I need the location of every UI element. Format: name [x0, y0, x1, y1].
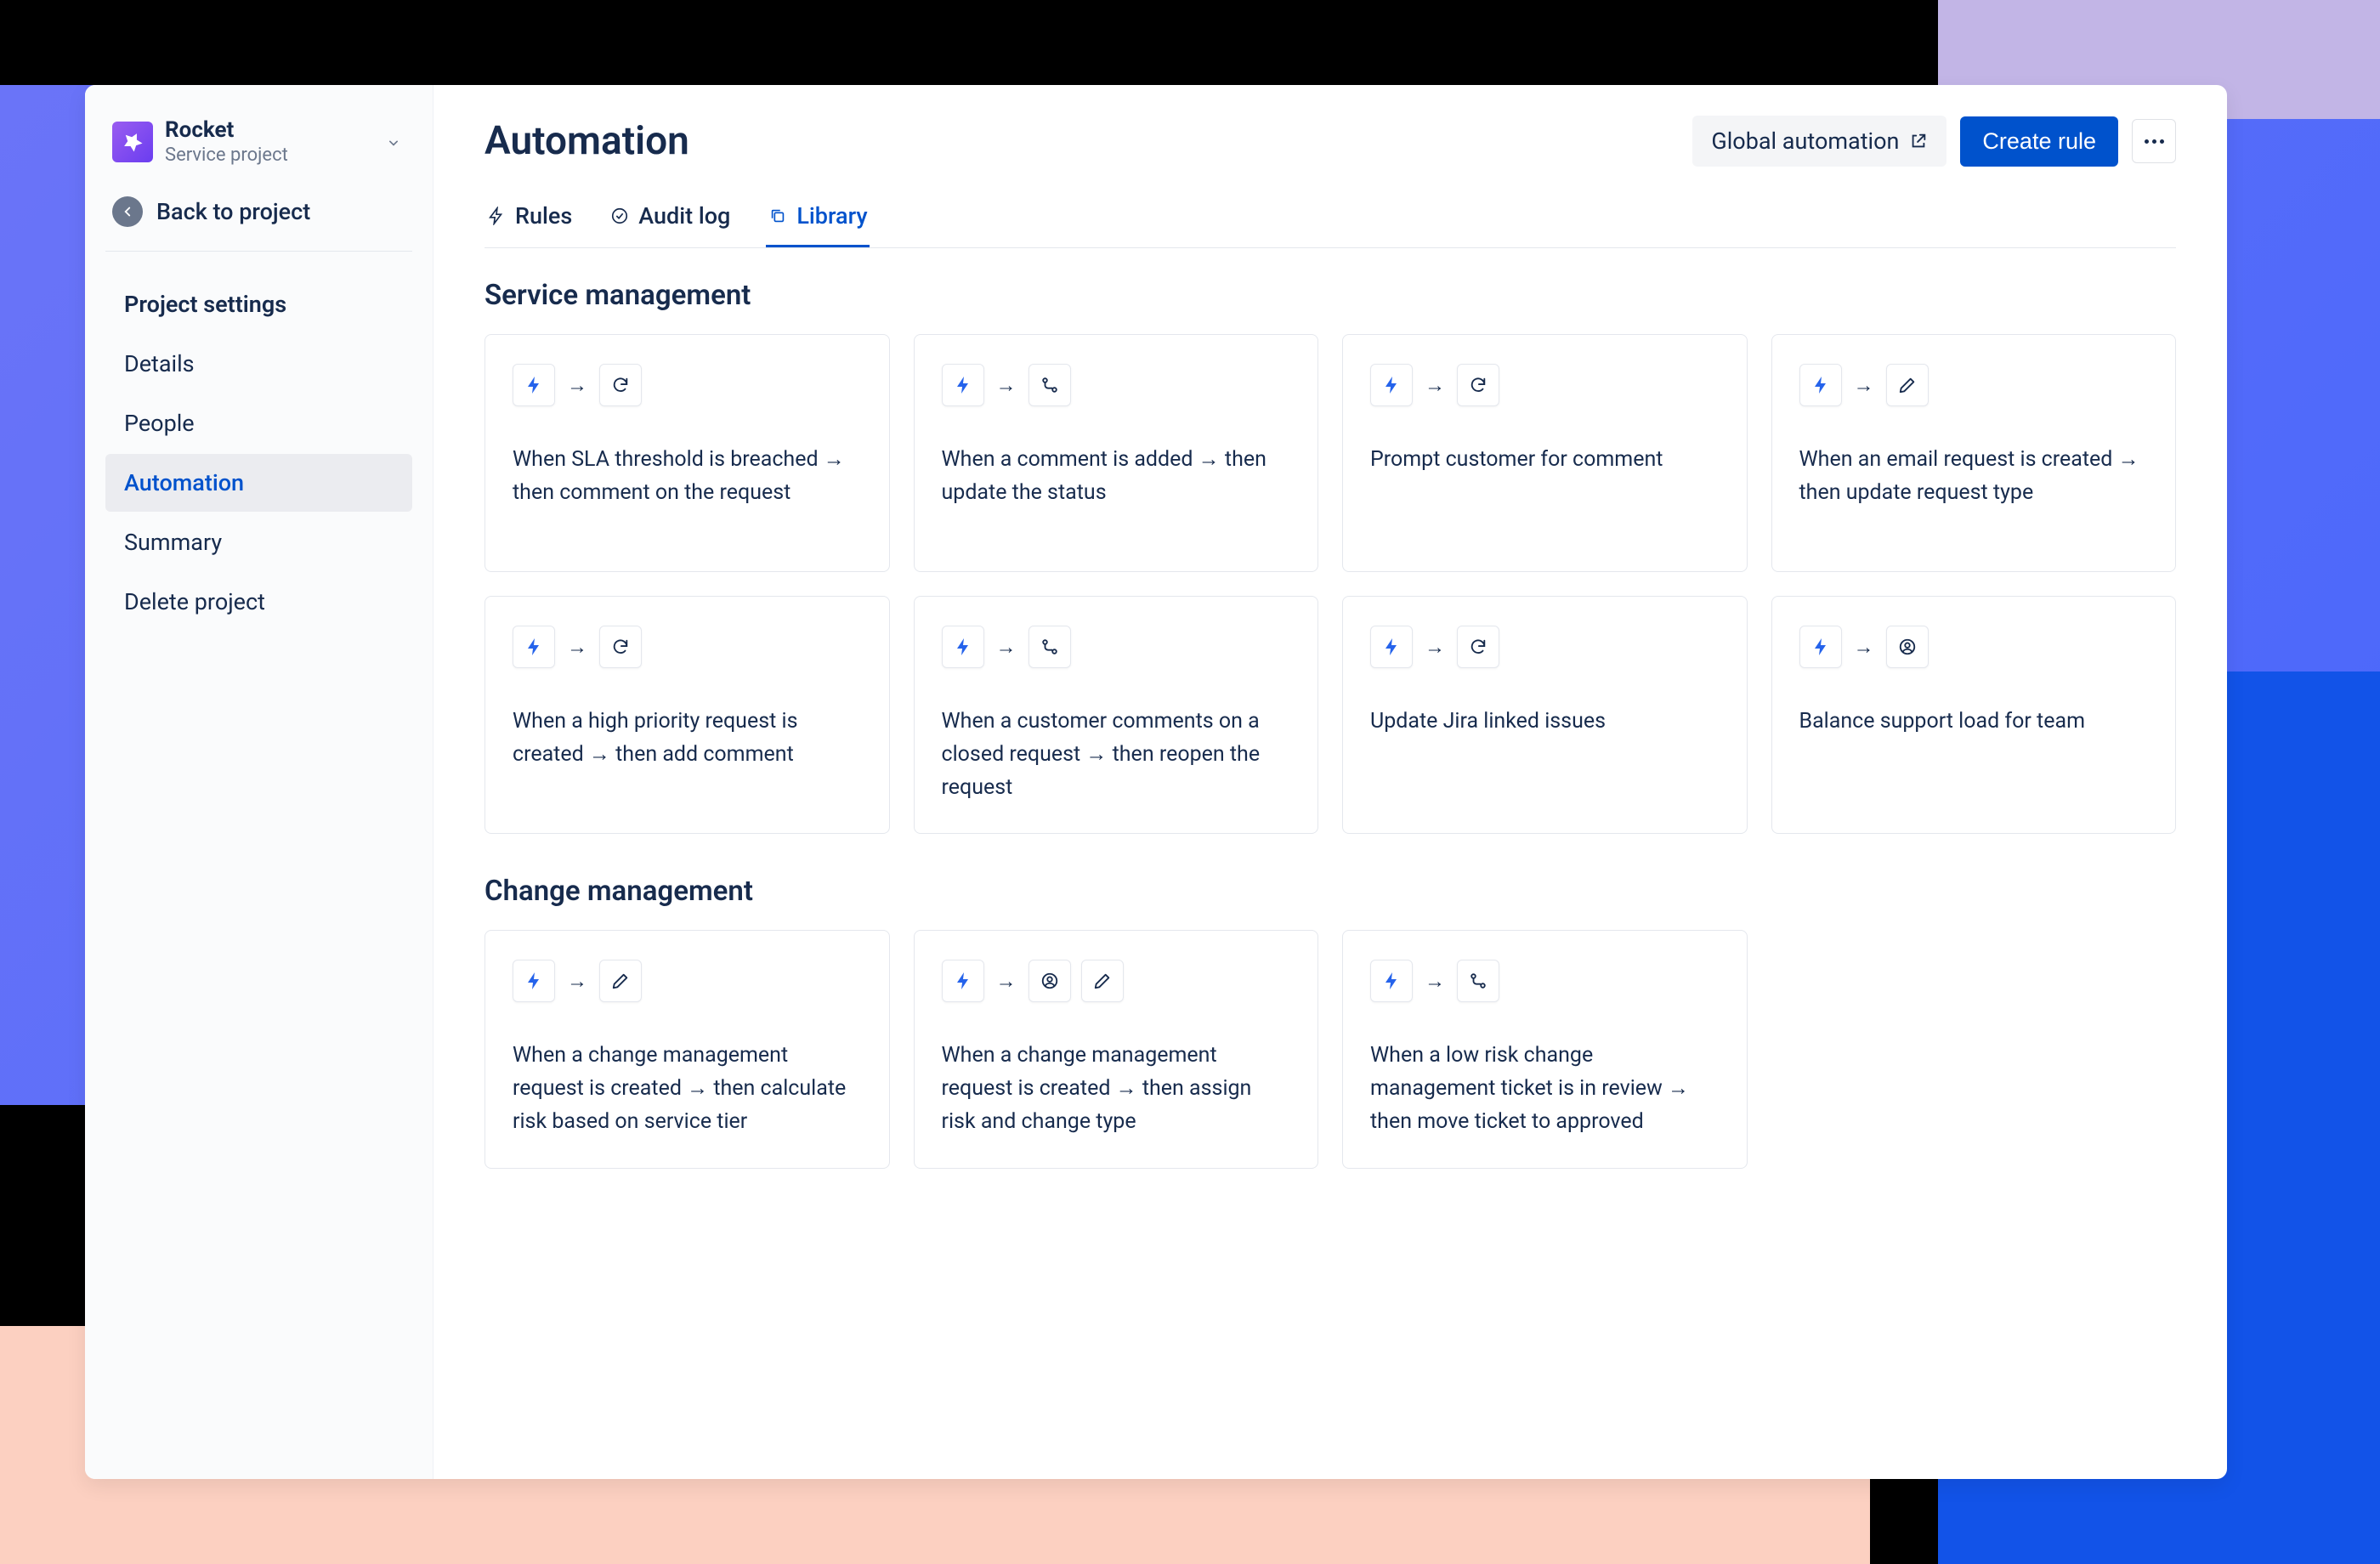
action-branch-icon [1028, 626, 1071, 668]
action-refresh-icon [1457, 626, 1499, 668]
action-refresh-icon [1457, 364, 1499, 406]
main-content: Automation Global automation Create rule [434, 85, 2227, 1479]
trigger-lightning-icon [942, 960, 984, 1002]
more-icon [2145, 139, 2164, 144]
arrow-icon: → [567, 373, 587, 398]
lightning-icon [486, 206, 507, 226]
more-actions-button[interactable] [2132, 119, 2176, 163]
action-person-icon [1028, 960, 1071, 1002]
rule-description: When a high priority request is created … [513, 706, 862, 772]
arrow-icon: → [996, 373, 1017, 398]
nav-people[interactable]: People [105, 394, 412, 452]
arrow-icon: → [567, 635, 587, 660]
section-title-service: Service management [484, 279, 2176, 312]
nav-delete-project[interactable]: Delete project [105, 573, 412, 631]
project-type: Service project [165, 144, 288, 166]
trigger-lightning-icon [942, 364, 984, 406]
app-window: Rocket Service project Back to project P… [85, 85, 2227, 1479]
trigger-lightning-icon [1799, 626, 1842, 668]
rule-card[interactable]: → When a customer comments on a closed r… [914, 596, 1319, 834]
trigger-lightning-icon [1799, 364, 1842, 406]
trigger-lightning-icon [513, 364, 555, 406]
nav-automation[interactable]: Automation [105, 454, 412, 512]
trigger-lightning-icon [942, 626, 984, 668]
tab-rules[interactable]: Rules [484, 192, 574, 247]
arrow-icon: → [1854, 373, 1874, 398]
action-pencil-icon [1081, 960, 1124, 1002]
arrow-icon: → [996, 969, 1017, 994]
project-name: Rocket [165, 117, 288, 143]
trigger-lightning-icon [513, 626, 555, 668]
rule-card[interactable]: → When a change management request is cr… [484, 930, 890, 1168]
chevron-down-icon [385, 134, 402, 151]
rule-card[interactable]: → When SLA threshold is breached → then … [484, 334, 890, 572]
rule-card[interactable]: → Update Jira linked issues [1342, 596, 1748, 834]
rule-description: When SLA threshold is breached → then co… [513, 444, 862, 510]
sidebar: Rocket Service project Back to project P… [85, 85, 434, 1479]
trigger-lightning-icon [1370, 960, 1413, 1002]
rule-description: When a comment is added → then update th… [942, 444, 1291, 510]
rule-description: Balance support load for team [1799, 706, 2149, 739]
action-pencil-icon [1886, 364, 1929, 406]
action-branch-icon [1457, 960, 1499, 1002]
rule-card[interactable]: → Balance support load for team [1771, 596, 2177, 834]
section-title-change: Change management [484, 875, 2176, 908]
back-arrow-icon [112, 196, 143, 227]
tab-audit-log[interactable]: Audit log [608, 192, 732, 247]
rule-description: When a customer comments on a closed req… [942, 706, 1291, 804]
trigger-lightning-icon [1370, 364, 1413, 406]
external-link-icon [1909, 132, 1928, 150]
back-to-project[interactable]: Back to project [105, 181, 412, 251]
nav-summary[interactable]: Summary [105, 513, 412, 571]
rule-card[interactable]: → When a comment is added → then update … [914, 334, 1319, 572]
trigger-lightning-icon [1370, 626, 1413, 668]
tab-library[interactable]: Library [766, 192, 869, 247]
project-switcher[interactable]: Rocket Service project [105, 110, 412, 181]
action-refresh-icon [599, 364, 642, 406]
arrow-icon: → [1425, 373, 1445, 398]
rule-card[interactable]: → When a change management request is cr… [914, 930, 1319, 1168]
rule-description: Prompt customer for comment [1370, 444, 1720, 477]
rule-description: When a low risk change management ticket… [1370, 1040, 1720, 1138]
check-circle-icon [609, 206, 630, 226]
sidebar-nav: Project settings Details People Automati… [105, 275, 412, 631]
arrow-icon: → [996, 635, 1017, 660]
nav-project-settings[interactable]: Project settings [105, 275, 412, 333]
rule-card[interactable]: → When an email request is created → the… [1771, 334, 2177, 572]
rule-description: When a change management request is crea… [942, 1040, 1291, 1138]
copy-icon [768, 206, 788, 226]
action-branch-icon [1028, 364, 1071, 406]
tabs: Rules Audit log Library [484, 192, 2176, 248]
rule-card[interactable]: → When a low risk change management tick… [1342, 930, 1748, 1168]
rule-description: Update Jira linked issues [1370, 706, 1720, 739]
card-grid-change: → When a change management request is cr… [484, 930, 2176, 1168]
arrow-icon: → [1425, 635, 1445, 660]
back-label: Back to project [156, 198, 310, 225]
arrow-icon: → [1854, 635, 1874, 660]
card-grid-service: → When SLA threshold is breached → then … [484, 334, 2176, 834]
page-title: Automation [484, 118, 689, 164]
global-automation-link[interactable]: Global automation [1692, 116, 1946, 167]
rule-card[interactable]: → Prompt customer for comment [1342, 334, 1748, 572]
rule-card[interactable]: → When a high priority request is create… [484, 596, 890, 834]
rule-description: When a change management request is crea… [513, 1040, 862, 1138]
nav-details[interactable]: Details [105, 335, 412, 393]
arrow-icon: → [1425, 969, 1445, 994]
create-rule-button[interactable]: Create rule [1960, 116, 2118, 167]
action-person-icon [1886, 626, 1929, 668]
project-avatar [112, 122, 153, 162]
rule-description: When an email request is created → then … [1799, 444, 2149, 510]
arrow-icon: → [567, 969, 587, 994]
trigger-lightning-icon [513, 960, 555, 1002]
action-refresh-icon [599, 626, 642, 668]
action-pencil-icon [599, 960, 642, 1002]
